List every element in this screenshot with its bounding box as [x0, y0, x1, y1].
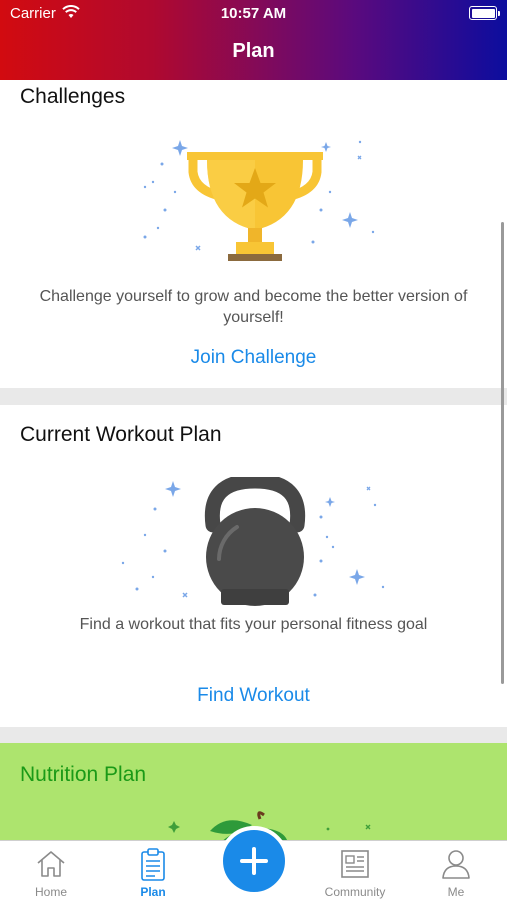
status-bar: Carrier 10:57 AM	[0, 0, 507, 28]
trophy-icon	[143, 140, 375, 261]
find-workout-button[interactable]: Find Workout	[0, 685, 507, 707]
tab-me[interactable]: Me	[416, 841, 496, 900]
challenges-description: Challenge yourself to grow and become th…	[39, 288, 468, 326]
newspaper-icon	[341, 850, 369, 878]
tab-home[interactable]: Home	[11, 841, 91, 900]
tab-plan-label: Plan	[140, 885, 166, 899]
header: Carrier 10:57 AM Plan	[0, 0, 507, 80]
plan-content[interactable]: Challenges Challenge yourself to grow an…	[0, 80, 507, 840]
person-icon	[442, 850, 470, 879]
page-title: Plan	[232, 40, 275, 62]
add-button[interactable]	[219, 826, 289, 896]
tab-community[interactable]: Community	[315, 841, 395, 900]
tab-me-label: Me	[447, 885, 465, 899]
battery-icon	[469, 6, 500, 20]
workout-plan-title: Current Workout Plan	[20, 423, 222, 446]
tab-community-label: Community	[324, 885, 386, 899]
clock: 10:57 AM	[220, 5, 287, 22]
tab-plan[interactable]: Plan	[113, 841, 193, 900]
plus-icon	[240, 847, 268, 875]
scrollbar[interactable]	[501, 222, 504, 684]
clipboard-icon	[141, 848, 165, 881]
nutrition-plan-title: Nutrition Plan	[20, 763, 147, 786]
tab-home-label: Home	[34, 885, 67, 899]
join-challenge-button[interactable]: Join Challenge	[0, 347, 507, 369]
kettlebell-icon	[121, 477, 385, 606]
home-icon	[37, 851, 65, 877]
challenges-title: Challenges	[20, 85, 126, 108]
challenges-card: Challenges Challenge yourself to grow an…	[0, 80, 507, 388]
workout-plan-description: Find a workout that fits your personal f…	[79, 616, 428, 633]
workout-plan-card: Current Workout Plan Find a workout that…	[0, 405, 507, 727]
